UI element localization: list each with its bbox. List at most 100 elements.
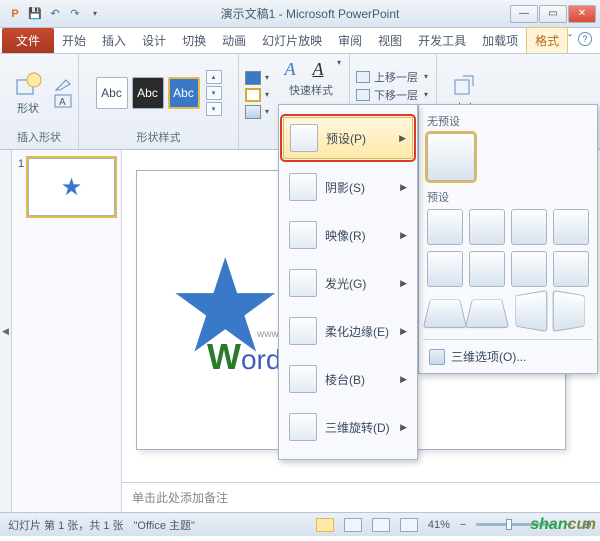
- notes-pane[interactable]: 单击此处添加备注: [122, 482, 600, 512]
- sorter-view-button[interactable]: [344, 518, 362, 532]
- chevron-right-icon: ▶: [400, 278, 407, 289]
- menu-item-3d-rotation[interactable]: 三维旋转(D) ▶: [283, 407, 413, 447]
- redo-icon[interactable]: ↷: [66, 5, 84, 23]
- style-preset-2[interactable]: Abc: [132, 77, 164, 109]
- bring-forward-button[interactable]: 上移一层▾: [356, 69, 430, 85]
- chevron-right-icon: ▶: [400, 230, 407, 241]
- preset-none[interactable]: [427, 133, 475, 181]
- slideshow-view-button[interactable]: [400, 518, 418, 532]
- ribbon-tabs: 文件 开始 插入 设计 切换 动画 幻灯片放映 审阅 视图 开发工具 加载项 格…: [0, 28, 600, 54]
- wordart-style-2[interactable]: A: [307, 58, 329, 80]
- shape-fill-button[interactable]: ▾: [245, 71, 271, 85]
- tab-home[interactable]: 开始: [54, 28, 94, 53]
- window-title: 演示文稿1 - Microsoft PowerPoint: [110, 5, 510, 22]
- wordart-more-icon[interactable]: ▾: [335, 58, 343, 80]
- tab-animation[interactable]: 动画: [214, 28, 254, 53]
- help-icon[interactable]: ?: [578, 32, 592, 46]
- wordart-style-1[interactable]: A: [279, 58, 301, 80]
- preset-swatch[interactable]: [553, 290, 585, 332]
- menu-item-shadow[interactable]: 阴影(S) ▶: [283, 167, 413, 207]
- chevron-right-icon: ▶: [400, 422, 407, 433]
- style-preset-1[interactable]: Abc: [96, 77, 128, 109]
- minimize-button[interactable]: —: [510, 5, 538, 23]
- menu-item-glow[interactable]: 发光(G) ▶: [283, 263, 413, 303]
- shapes-label: 形状: [17, 100, 39, 116]
- quick-styles-button[interactable]: 快速样式: [289, 82, 333, 98]
- ppt-icon[interactable]: P: [6, 5, 24, 23]
- shape-outline-button[interactable]: ▾: [245, 88, 271, 102]
- slide-thumbnail-1[interactable]: ★: [28, 158, 115, 216]
- star-icon: ★: [61, 173, 83, 202]
- ribbon-group-fill: ▾ ▾ ▾: [239, 54, 273, 149]
- menu-item-reflection[interactable]: 映像(R) ▶: [283, 215, 413, 255]
- status-slide-count: 幻灯片 第 1 张，共 1 张: [8, 517, 124, 533]
- bevel-icon: [289, 365, 317, 393]
- glow-icon: [289, 269, 317, 297]
- tab-transition[interactable]: 切换: [174, 28, 214, 53]
- shapes-button[interactable]: 形状: [6, 70, 50, 116]
- preset-icon: [290, 124, 318, 152]
- maximize-button[interactable]: ▭: [539, 5, 567, 23]
- chevron-right-icon: ▶: [399, 133, 406, 144]
- tab-developer[interactable]: 开发工具: [410, 28, 474, 53]
- preset-swatch[interactable]: [511, 251, 547, 287]
- normal-view-button[interactable]: [316, 518, 334, 532]
- ribbon-group-shape-styles: Abc Abc Abc ▴▾▾ 形状样式: [79, 54, 239, 149]
- title-bar: P 💾 ↶ ↷ ▾ 演示文稿1 - Microsoft PowerPoint —…: [0, 0, 600, 28]
- status-theme: "Office 主题": [134, 517, 195, 533]
- thumbnail-number: 1: [18, 158, 24, 216]
- preset-flyout: 无预设 预设 三维选项(O)...: [418, 104, 598, 374]
- tab-insert[interactable]: 插入: [94, 28, 134, 53]
- flyout-heading-presets: 预设: [427, 187, 589, 209]
- tab-view[interactable]: 视图: [370, 28, 410, 53]
- send-backward-button[interactable]: 下移一层▾: [356, 87, 430, 103]
- rotate-3d-icon: [289, 413, 317, 441]
- zoom-percent[interactable]: 41%: [428, 519, 450, 531]
- group-label-insert: 插入形状: [17, 127, 61, 147]
- menu-item-bevel[interactable]: 棱台(B) ▶: [283, 359, 413, 399]
- reflection-icon: [289, 221, 317, 249]
- minimize-ribbon-icon[interactable]: ˇ: [568, 32, 572, 46]
- tab-addins[interactable]: 加载项: [474, 28, 526, 53]
- style-gallery-scroll[interactable]: ▴▾▾: [206, 70, 222, 116]
- text-box-icon[interactable]: A: [54, 94, 72, 108]
- file-tab[interactable]: 文件: [2, 28, 54, 53]
- preset-swatch[interactable]: [553, 209, 589, 245]
- flyout-heading-no-preset: 无预设: [427, 111, 589, 133]
- shadow-icon: [289, 173, 317, 201]
- style-preset-3-selected[interactable]: Abc: [168, 77, 200, 109]
- shape-effects-button[interactable]: ▾: [245, 105, 271, 119]
- edit-shape-icon[interactable]: [54, 78, 72, 92]
- preset-swatch[interactable]: [511, 209, 547, 245]
- tab-format[interactable]: 格式: [526, 27, 568, 53]
- tab-design[interactable]: 设计: [134, 28, 174, 53]
- save-icon[interactable]: 💾: [26, 5, 44, 23]
- zoom-out-icon[interactable]: −: [460, 519, 466, 531]
- slide-thumbnails-panel: 1 ★: [12, 150, 122, 512]
- chevron-right-icon: ▶: [400, 374, 407, 385]
- preset-swatch[interactable]: [427, 251, 463, 287]
- 3d-options-button[interactable]: 三维选项(O)...: [427, 344, 589, 369]
- ribbon-group-insert-shapes: 形状 A 插入形状: [0, 54, 79, 149]
- close-button[interactable]: ✕: [568, 5, 596, 23]
- preset-swatch[interactable]: [469, 209, 505, 245]
- reading-view-button[interactable]: [372, 518, 390, 532]
- size-icon: [453, 74, 477, 98]
- menu-item-soft-edges[interactable]: 柔化边缘(E) ▶: [283, 311, 413, 351]
- preset-swatch[interactable]: [469, 251, 505, 287]
- preset-swatch[interactable]: [427, 209, 463, 245]
- preset-swatch[interactable]: [423, 299, 468, 328]
- preset-swatch[interactable]: [553, 251, 589, 287]
- tab-review[interactable]: 审阅: [330, 28, 370, 53]
- preset-swatch[interactable]: [465, 299, 510, 328]
- chevron-right-icon: ▶: [400, 182, 407, 193]
- undo-icon[interactable]: ↶: [46, 5, 64, 23]
- tab-slideshow[interactable]: 幻灯片放映: [254, 28, 330, 53]
- qat-dropdown-icon[interactable]: ▾: [86, 5, 104, 23]
- preset-grid: [427, 209, 589, 335]
- preset-swatch[interactable]: [515, 290, 547, 332]
- quick-styles-label: 快速样式: [289, 82, 333, 98]
- panel-collapse-handle[interactable]: ◀: [0, 150, 12, 512]
- soft-edges-icon: [289, 317, 317, 345]
- menu-item-preset[interactable]: 预设(P) ▶: [283, 117, 413, 159]
